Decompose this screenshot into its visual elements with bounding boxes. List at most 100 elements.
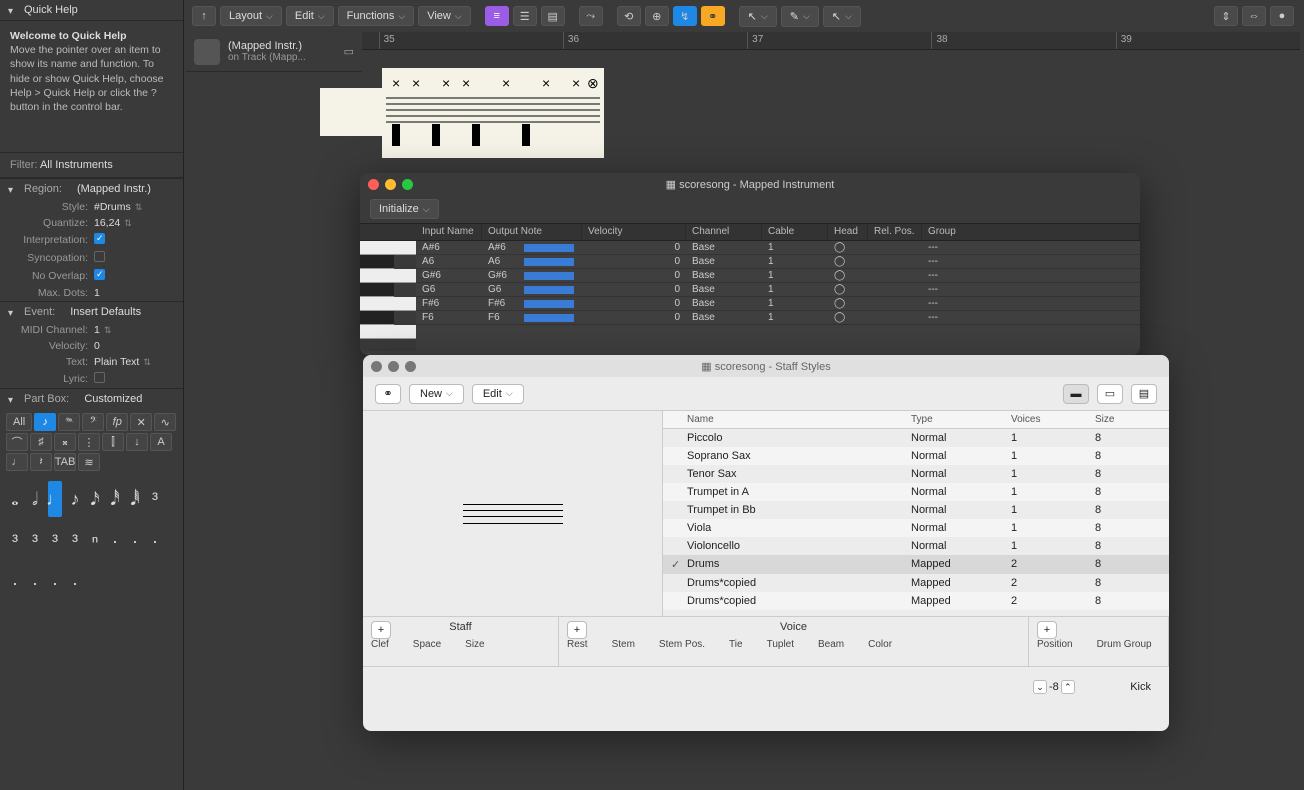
drum-group-value[interactable]: Kick [1083, 681, 1161, 693]
property-row[interactable]: MIDI Channel:1⇅ [0, 322, 183, 338]
mapped-instrument-titlebar[interactable]: ▦ scoresong - Mapped Instrument [360, 173, 1140, 195]
vertical-zoom-icon[interactable]: ⇕ [1214, 6, 1238, 26]
track-options-icon[interactable]: ▭ [344, 45, 354, 58]
property-row[interactable]: No Overlap: [0, 267, 183, 285]
note-dot-4[interactable]: · [8, 565, 22, 601]
event-section-header[interactable]: Event: Insert Defaults [0, 301, 183, 322]
partbox-tab-5[interactable]: 𝄪 [54, 433, 76, 451]
partbox-tab-11[interactable]: 𝄽 [30, 453, 52, 471]
staff-style-row[interactable]: Tenor SaxNormal18 [663, 465, 1169, 483]
alt-tool[interactable]: ↖ ⌵ [823, 6, 861, 27]
new-button[interactable]: New⌵ [409, 384, 464, 404]
property-row[interactable]: Quantize:16,24⇅ [0, 215, 183, 231]
staff-style-row[interactable]: Trumpet in BbNormal18 [663, 501, 1169, 519]
partbox-tab-2[interactable]: ∿ [154, 413, 176, 431]
partbox-tab-pedal[interactable]: 𝆮 [58, 413, 80, 431]
view-menu[interactable]: View⌵ [418, 6, 470, 26]
partbox-all-tab[interactable]: All [6, 413, 32, 431]
partbox-tab-7[interactable]: ⫿ [102, 433, 124, 451]
add-staff-button[interactable]: + [371, 621, 391, 639]
note-dot-1[interactable]: · [108, 523, 122, 559]
layout-menu[interactable]: Layout⌵ [220, 6, 282, 26]
partbox-tab-13[interactable]: ≋ [78, 453, 100, 471]
filter-row[interactable]: Filter: All Instruments [0, 152, 183, 178]
mapped-note-row[interactable]: A#6A#60Base1◯--- [416, 241, 1140, 255]
staff-styles-list[interactable]: Name Type Voices Size PiccoloNormal18Sop… [663, 411, 1169, 616]
note-tuplet-5[interactable]: ³ [68, 523, 82, 559]
view-list-icon[interactable]: ▤ [1131, 384, 1157, 404]
tool-a-icon[interactable]: ⟲ [617, 6, 641, 26]
staff-style-row[interactable]: Soprano SaxNormal18 [663, 447, 1169, 465]
note-dot-7[interactable]: · [68, 565, 82, 601]
partbox-tab-clef[interactable]: 𝄢 [82, 413, 104, 431]
functions-menu[interactable]: Functions⌵ [338, 6, 415, 26]
partbox-tab-12[interactable]: TAB [54, 453, 76, 471]
pointer-tool[interactable]: ↖ ⌵ [739, 6, 777, 27]
close-icon[interactable] [371, 361, 382, 372]
midi-in-icon[interactable]: ⤳ [579, 6, 603, 26]
tool-b-icon[interactable]: ⊕ [645, 6, 669, 26]
mapped-note-row[interactable]: F6F60Base1◯--- [416, 311, 1140, 325]
region-section-header[interactable]: Region: (Mapped Instr.) [0, 178, 183, 199]
bar-ruler[interactable]: 35 36 37 38 39 [362, 32, 1300, 50]
property-row[interactable]: Style:#Drums⇅ [0, 199, 183, 215]
partbox-section-header[interactable]: Part Box: Customized [0, 388, 183, 409]
note-32[interactable]: 𝅘𝅥𝅰 [108, 481, 122, 517]
note-dot-6[interactable]: · [48, 565, 62, 601]
partbox-tab-6[interactable]: ⋮ [78, 433, 100, 451]
property-row[interactable]: Interpretation: [0, 231, 183, 249]
note-whole[interactable]: 𝅝 [8, 481, 22, 517]
mapped-note-row[interactable]: G6G60Base1◯--- [416, 283, 1140, 297]
score-region[interactable]: ××× ××× ×⊗ [382, 68, 604, 158]
piano-keyboard[interactable] [360, 241, 416, 351]
note-tuplet-3[interactable]: ³ [28, 523, 42, 559]
view-dual-icon[interactable]: ▭ [1097, 384, 1123, 404]
close-icon[interactable] [368, 179, 379, 190]
link-icon[interactable]: ⚭ [701, 6, 725, 26]
note-dot-2[interactable]: · [128, 523, 142, 559]
note-quarter[interactable]: ♩ [48, 481, 62, 517]
zoom-icon[interactable] [405, 361, 416, 372]
track-header[interactable]: (Mapped Instr.) on Track (Mapp... ▭ [186, 32, 362, 72]
edit-button[interactable]: Edit⌵ [472, 384, 524, 404]
edit-menu[interactable]: Edit⌵ [286, 6, 334, 26]
pencil-tool[interactable]: ✎ ⌵ [781, 6, 819, 27]
staff-style-row[interactable]: VioloncelloNormal18 [663, 537, 1169, 555]
note-tuplet-2[interactable]: ³ [8, 523, 22, 559]
zoom-slider[interactable]: ● [1270, 6, 1294, 26]
mapped-note-row[interactable]: A6A60Base1◯--- [416, 255, 1140, 269]
property-row[interactable]: Text:Plain Text⇅ [0, 354, 183, 370]
staff-styles-titlebar[interactable]: ▦ scoresong - Staff Styles [363, 355, 1169, 377]
staff-style-row[interactable]: ViolaNormal18 [663, 519, 1169, 537]
minimize-icon[interactable] [385, 179, 396, 190]
tool-c-icon[interactable]: ↯ [673, 6, 697, 26]
initialize-button[interactable]: Initialize⌵ [370, 199, 439, 219]
note-half[interactable]: 𝅗𝅥 [28, 481, 42, 517]
note-sixteenth[interactable]: 𝅘𝅥𝅯 [88, 481, 102, 517]
up-arrow-icon[interactable]: ↑ [192, 6, 216, 26]
staff-style-row[interactable]: PiccoloNormal18 [663, 429, 1169, 447]
partbox-tab-4[interactable]: ♯ [30, 433, 52, 451]
partbox-tab-3[interactable]: ⌒ [6, 433, 28, 451]
note-tuplet-1[interactable]: ³ [148, 481, 162, 517]
zoom-icon[interactable] [402, 179, 413, 190]
partbox-tab-1[interactable]: ✕ [130, 413, 152, 431]
property-row[interactable]: Velocity:0 [0, 338, 183, 354]
view-mode-2-icon[interactable]: ☰ [513, 6, 537, 26]
view-single-icon[interactable]: ▬ [1063, 384, 1089, 404]
view-mode-3-icon[interactable]: ▤ [541, 6, 565, 26]
staff-style-row[interactable]: Drums*copiedMapped28 [663, 592, 1169, 610]
partbox-tab-10[interactable]: ♩ [6, 453, 28, 471]
property-row[interactable]: Syncopation: [0, 249, 183, 267]
note-dot-3[interactable]: · [148, 523, 162, 559]
note-dot-5[interactable]: · [28, 565, 42, 601]
link-icon[interactable]: ⚭ [375, 384, 401, 404]
note-64[interactable]: 𝅘𝅥𝅱 [128, 481, 142, 517]
view-mode-1-icon[interactable]: ≡ [485, 6, 509, 26]
partbox-tab-8[interactable]: ↓ [126, 433, 148, 451]
partbox-tab-9[interactable]: A [150, 433, 172, 451]
minimize-icon[interactable] [388, 361, 399, 372]
note-eighth[interactable]: ♪ [68, 481, 82, 517]
partbox-tab-dynamics[interactable]: fp [106, 413, 128, 431]
mapped-note-row[interactable]: G#6G#60Base1◯--- [416, 269, 1140, 283]
